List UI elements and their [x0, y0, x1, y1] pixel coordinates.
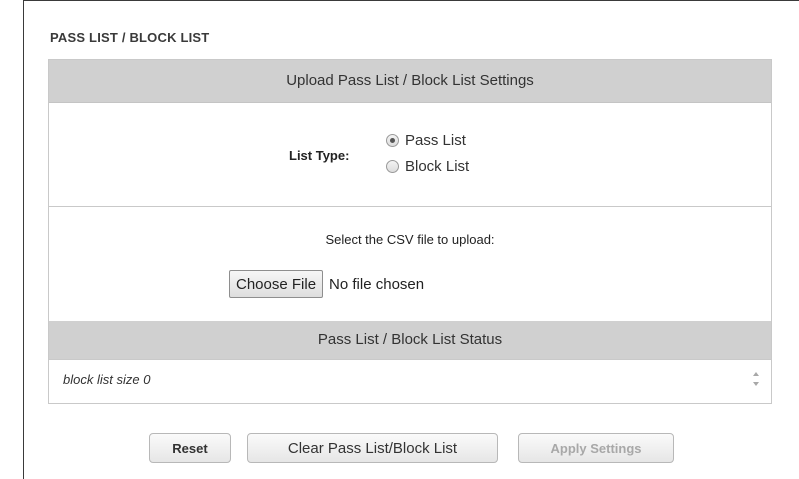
status-text: block list size 0: [63, 372, 151, 387]
pass-list-radio[interactable]: [386, 134, 399, 147]
radio-selected-dot: [390, 138, 395, 143]
file-upload-area: Select the CSV file to upload: Choose Fi…: [49, 207, 771, 321]
upload-settings-header: Upload Pass List / Block List Settings: [49, 60, 771, 103]
status-header: Pass List / Block List Status: [49, 321, 771, 359]
pass-block-list-panel: Upload Pass List / Block List Settings L…: [48, 59, 772, 404]
pass-list-label: Pass List: [405, 132, 466, 149]
block-list-label: Block List: [405, 158, 470, 175]
list-type-area: List Type: Pass List Block List: [49, 103, 771, 207]
choose-file-button[interactable]: Choose File: [229, 270, 324, 298]
file-status-text: No file chosen: [329, 275, 425, 293]
block-list-radio[interactable]: [386, 160, 399, 173]
scroll-down-arrow-icon[interactable]: [753, 382, 759, 386]
apply-settings-button[interactable]: Apply Settings: [518, 433, 674, 463]
clear-list-button[interactable]: Clear Pass List/Block List: [247, 433, 498, 463]
scroll-up-arrow-icon[interactable]: [753, 372, 759, 376]
block-list-option[interactable]: Block List: [386, 158, 469, 175]
file-input[interactable]: Choose File No file chosen: [229, 270, 424, 298]
select-csv-text: Select the CSV file to upload:: [325, 232, 495, 247]
list-type-label: List Type:: [289, 148, 350, 163]
status-textarea[interactable]: block list size 0: [49, 359, 771, 400]
pass-list-option[interactable]: Pass List: [386, 132, 466, 149]
section-title: PASS LIST / BLOCK LIST: [50, 30, 210, 45]
reset-button[interactable]: Reset: [149, 433, 231, 463]
